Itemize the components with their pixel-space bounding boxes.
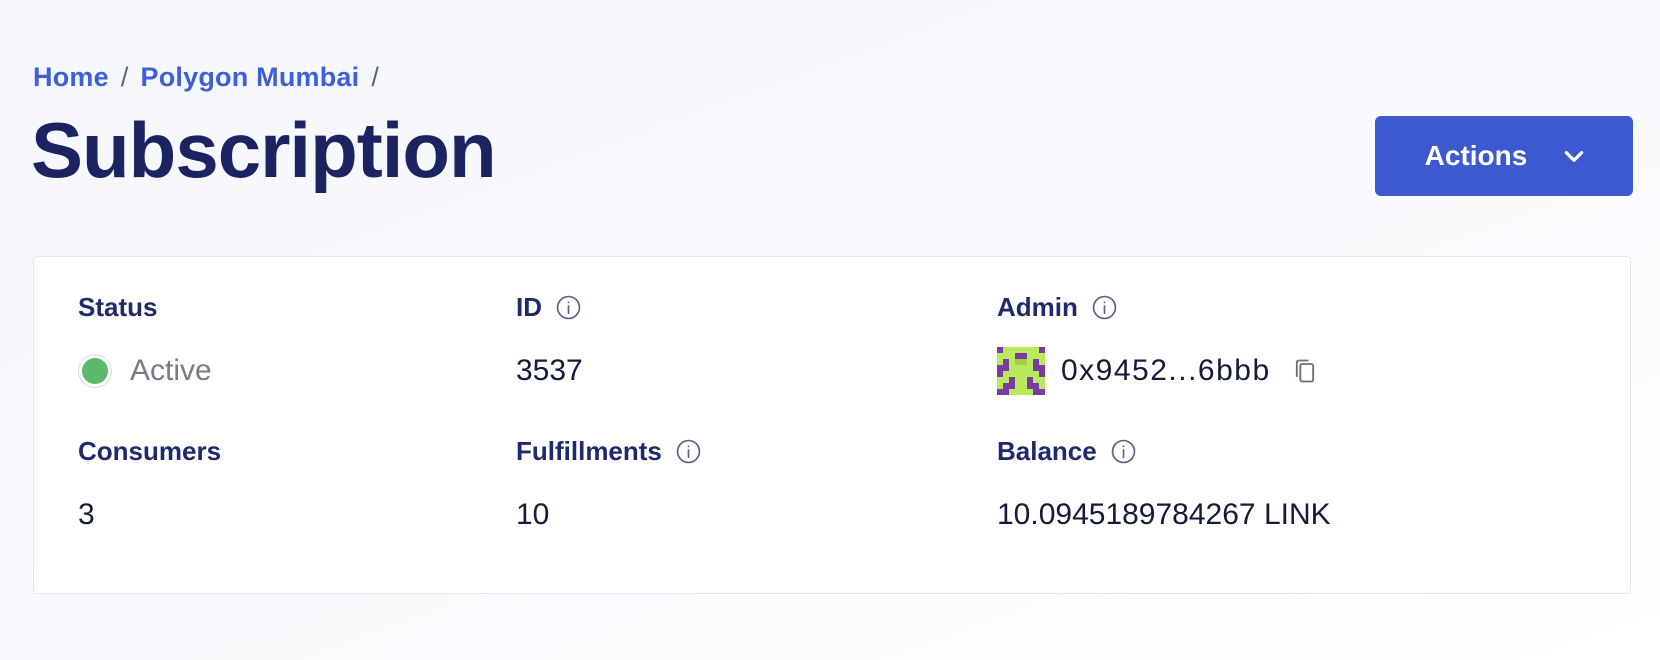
admin-address: 0x9452...6bbb [1061,354,1271,387]
status-label: Status [78,291,158,322]
id-value: 3537 [516,354,583,387]
consumers-value: 3 [78,498,95,531]
breadcrumb-home-link[interactable]: Home [33,62,109,93]
status-value: Active [78,347,212,395]
id-field: ID 3537 [516,291,583,395]
fulfillments-label-row: Fulfillments [516,435,701,467]
info-icon[interactable] [556,295,581,320]
balance-field: Balance 10.0945189784267 LINK [997,435,1331,539]
balance-label-row: Balance [997,435,1331,467]
balance-value: 10.0945189784267 LINK [997,498,1331,531]
chevron-down-icon [1565,151,1584,162]
copy-icon[interactable] [1291,357,1319,385]
breadcrumb-separator: / [120,62,129,92]
fulfillments-label: Fulfillments [516,435,662,466]
status-indicator-icon [82,358,108,384]
breadcrumb-network-link[interactable]: Polygon Mumbai [141,62,360,93]
breadcrumb: Home / Polygon Mumbai / [33,62,379,93]
balance-label: Balance [997,435,1097,466]
admin-label: Admin [997,291,1078,322]
breadcrumb-separator: / [371,62,380,92]
consumers-label: Consumers [78,435,222,466]
id-label: ID [516,291,542,322]
actions-dropdown-button[interactable]: Actions [1375,116,1633,196]
status-text: Active [130,354,212,387]
admin-value: 0x9452...6bbb [997,347,1319,395]
actions-button-label: Actions [1424,140,1528,171]
admin-field: Admin 0x9452...6bbb [997,291,1319,395]
fulfillments-field: Fulfillments 10 [516,435,701,539]
info-icon[interactable] [1111,439,1136,464]
info-icon[interactable] [1092,295,1117,320]
info-icon[interactable] [676,439,701,464]
subscription-details-card: Status Active ID 3537 Admin 0x9452...6bb… [33,256,1631,594]
consumers-field: Consumers 3 [78,435,221,539]
fulfillments-value: 10 [516,498,550,531]
status-field: Status Active [78,291,212,395]
blockie-avatar-icon [997,347,1045,395]
admin-label-row: Admin [997,291,1319,323]
page-title: Subscription [31,106,497,194]
id-label-row: ID [516,291,583,323]
